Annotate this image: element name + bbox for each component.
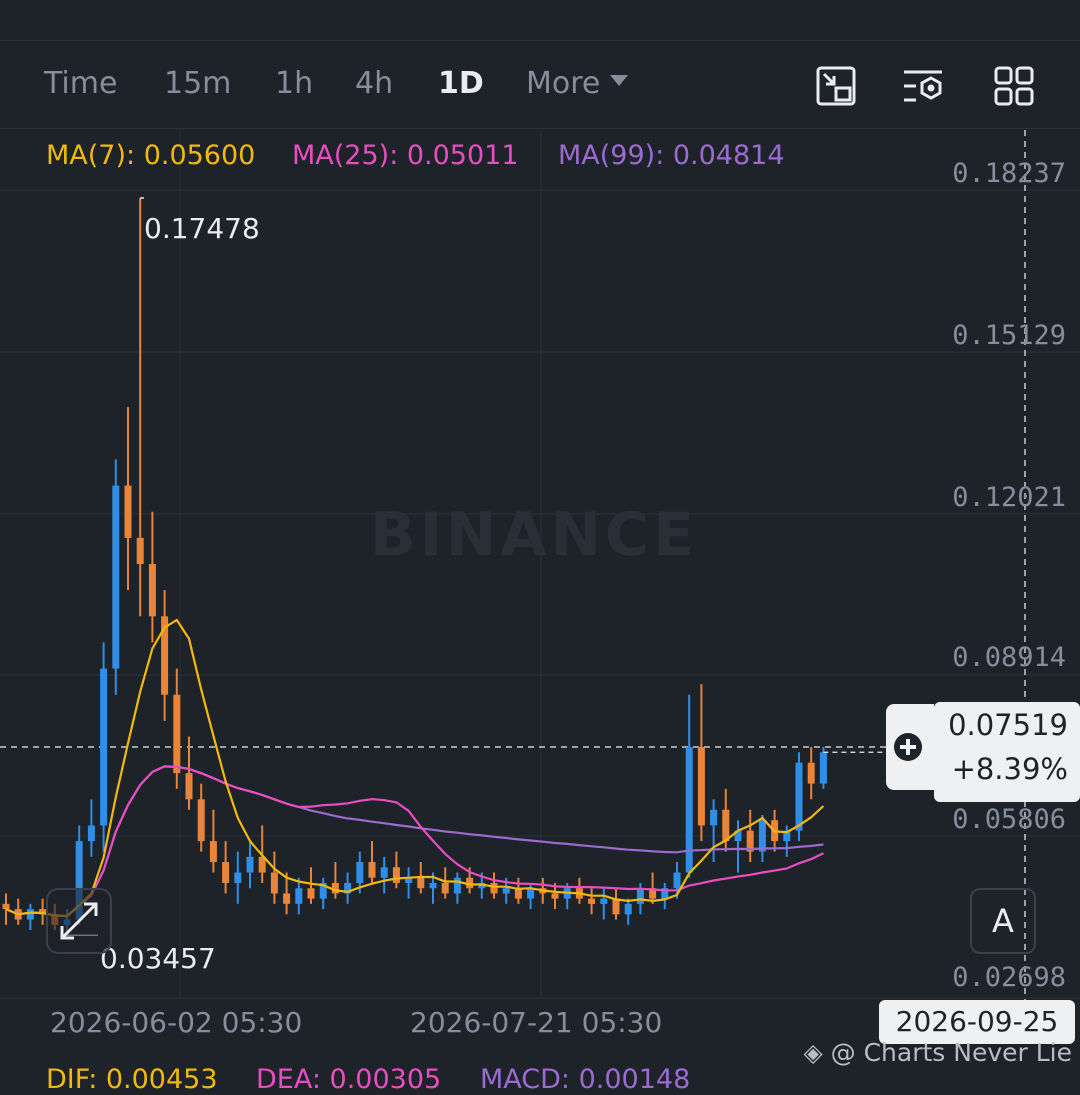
x-tick-0: 2026-06-02 05:30 (50, 1006, 303, 1039)
ma7-label: MA(7): 0.05600 (46, 140, 256, 171)
candle-body (148, 564, 156, 617)
candle-body (807, 762, 815, 784)
add-alert-button[interactable] (886, 704, 934, 790)
x-tick-1: 2026-07-21 05:30 (410, 1006, 663, 1039)
candle-body (112, 485, 120, 669)
high-price-label: 0.17478 (144, 212, 260, 245)
candle-body (234, 872, 242, 883)
candle-body (124, 485, 132, 538)
low-price-label: 0.03457 (100, 942, 216, 975)
candle-body (612, 898, 620, 915)
candle-body (429, 882, 437, 889)
y-tick-1: 0.15129 (952, 320, 1066, 351)
expand-arrows-icon (60, 902, 98, 940)
candle-body (295, 888, 303, 904)
candle-body (283, 893, 291, 904)
candle-body (356, 862, 364, 883)
candle-body (758, 820, 766, 852)
y-tick-5: 0.02698 (952, 962, 1066, 993)
candle-body (710, 809, 718, 826)
candle-body (368, 862, 376, 878)
y-tick-2: 0.12021 (952, 482, 1066, 513)
candle-body (685, 747, 693, 873)
candle-body (795, 762, 803, 831)
candle-body (307, 888, 315, 899)
candle-body (380, 867, 388, 878)
candle-body (441, 882, 449, 894)
candle-body (100, 668, 108, 826)
plus-circle-icon (894, 733, 922, 761)
current-price-box: 0.07519 +8.39% (934, 702, 1080, 802)
ma99-label: MA(99): 0.04814 (558, 140, 785, 171)
candle-body (270, 872, 278, 894)
credit-text: ◈ @ Charts Never Lie (803, 1038, 1072, 1067)
candle-body (197, 799, 205, 842)
candle-body (600, 898, 608, 904)
candle-body (417, 877, 425, 889)
candle-body (222, 862, 230, 883)
candle-body (246, 856, 254, 873)
candle-body (551, 893, 559, 899)
candle-body (722, 809, 730, 842)
candle-body (2, 903, 10, 910)
candle-body (136, 537, 144, 564)
candle-body (527, 888, 535, 899)
candle-body (490, 882, 498, 894)
candle-body (819, 752, 827, 784)
candle-body (624, 903, 632, 915)
candle-body (209, 841, 217, 863)
candle-body (588, 898, 596, 904)
expand-button[interactable] (46, 888, 112, 954)
candle-body (392, 867, 400, 883)
candle-body (453, 877, 461, 894)
current-price: 0.07519 (948, 708, 1068, 742)
candle-body (502, 888, 510, 894)
y-tick-4: 0.05806 (952, 804, 1066, 835)
candle-body (697, 747, 705, 826)
auto-scale-button[interactable]: A (970, 888, 1036, 954)
candle-body (87, 825, 95, 842)
candle-body (26, 909, 34, 920)
credit-label: @ Charts Never Lie (830, 1038, 1072, 1067)
candle-body (636, 888, 644, 904)
y-tick-3: 0.08914 (952, 642, 1066, 673)
price-change: +8.39% (951, 752, 1068, 786)
ma25-label: MA(25): 0.05011 (292, 140, 519, 171)
candle-body (185, 773, 193, 800)
y-tick-0: 0.18237 (952, 158, 1066, 189)
candle-body (673, 872, 681, 889)
binance-logo-icon: ◈ (803, 1038, 823, 1067)
candle-body (173, 694, 181, 774)
